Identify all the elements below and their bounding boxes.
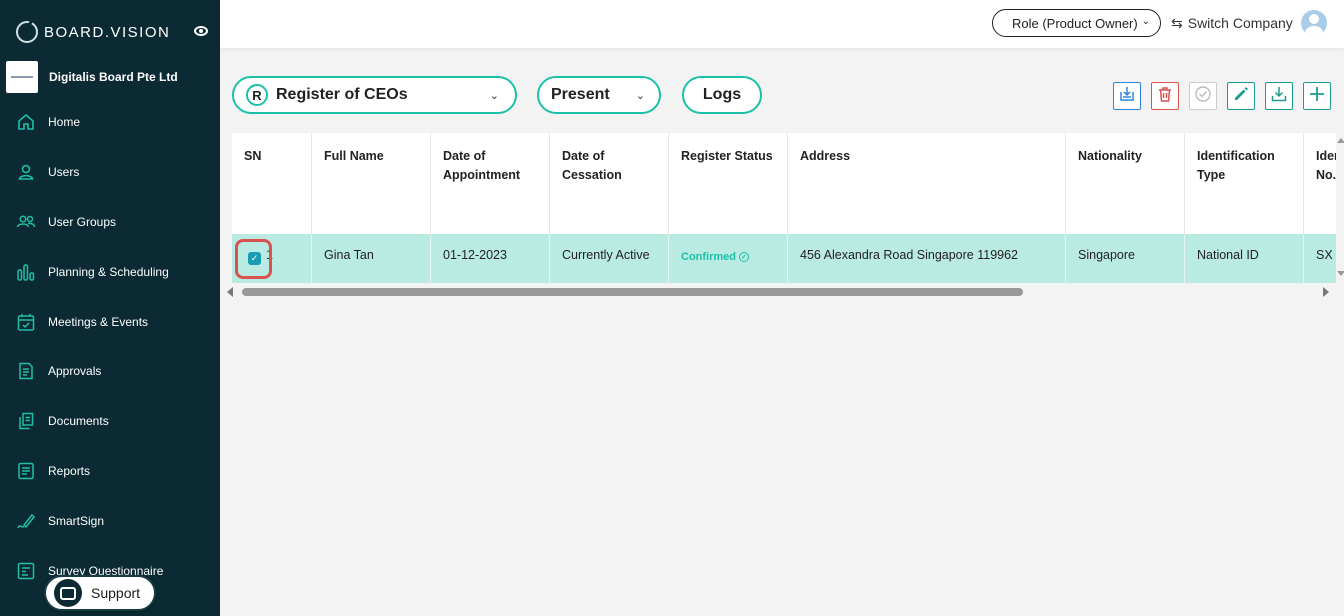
scroll-down-arrow[interactable] [1337,271,1344,276]
column-header-identification-no[interactable]: Identification No. [1304,133,1336,234]
table-row[interactable]: 1 Gina Tan 01-12-2023 Currently Active C… [232,234,1336,283]
cell-register-status: Confirmed ✓ [669,234,788,283]
row-checkbox-highlight: ✓ [235,239,272,279]
cell-identification-type: National ID [1185,234,1304,283]
download-button[interactable] [1265,82,1293,110]
switch-company-label: Switch Company [1187,15,1293,31]
sidebar-item-documents[interactable]: Documents [16,409,216,433]
sidebar-item-user-groups[interactable]: User Groups [16,210,216,234]
home-icon [16,112,36,132]
column-header-address[interactable]: Address [788,133,1066,234]
column-header-date-of-appointment[interactable]: Date of Appointment [431,133,550,234]
signature-pen-icon [16,511,36,531]
cell-nationality: Singapore [1066,234,1185,283]
status-badge: Confirmed ✓ [681,251,775,263]
check-circle-icon: ✓ [739,252,749,262]
role-dropdown[interactable]: Role (Product Owner) ⌄ [992,9,1161,37]
register-label: Register of CEOs [276,86,408,103]
column-header-full-name[interactable]: Full Name [312,133,431,234]
sidebar-item-smartsign[interactable]: SmartSign [16,509,216,533]
support-button[interactable]: Support [44,575,156,611]
sidebar-item-label: Approvals [48,364,102,378]
register-dropdown[interactable]: R Register of CEOs ⌄ [232,76,517,114]
pencil-icon [1232,85,1250,108]
status-label: Confirmed [681,251,736,263]
sidebar-item-users[interactable]: Users [16,160,216,184]
user-icon [16,162,36,182]
add-button[interactable] [1303,82,1331,110]
documents-icon [16,411,36,431]
avatar[interactable] [1301,10,1327,36]
logs-label: Logs [702,86,742,103]
sidebar-item-label: Meetings & Events [48,315,149,329]
company-name: Digitalis Board Pte Ltd [49,70,178,84]
chevron-down-icon: ⌄ [635,90,645,102]
support-label: Support [91,585,141,601]
sidebar-item-label: User Groups [48,215,117,229]
sidebar-item-label: Home [48,115,81,129]
chevron-down-icon: ⌄ [489,90,499,102]
switch-company-button[interactable]: ⇆ Switch Company [1171,13,1293,33]
column-header-identification-type[interactable]: Identification Type [1185,133,1304,234]
column-header-date-of-cessation[interactable]: Date of Cessation [550,133,669,234]
swap-icon: ⇆ [1171,14,1183,31]
sidebar-item-home[interactable]: Home [16,110,216,134]
company-selector[interactable]: Digitalis Board Pte Ltd [6,61,216,93]
sidebar: BOARD.VISION Digitalis Board Pte Ltd Hom… [0,0,220,616]
horizontal-scrollbar[interactable] [224,284,1334,298]
column-header-register-status[interactable]: Register Status [669,133,788,234]
logo-icon [16,21,38,43]
cell-address: 456 Alexandra Road Singapore 119962 [788,234,1066,283]
sidebar-item-label: Users [48,165,80,179]
column-header-nationality[interactable]: Nationality [1066,133,1185,234]
cell-full-name: Gina Tan [312,234,431,283]
download-icon [1270,85,1288,108]
plus-icon [1308,85,1326,108]
import-button[interactable] [1113,82,1141,110]
edit-button[interactable] [1227,82,1255,110]
sidebar-item-label: Reports [48,464,91,478]
delete-button[interactable] [1151,82,1179,110]
sidebar-item-meetings[interactable]: Meetings & Events [16,310,216,334]
company-logo [6,61,38,93]
top-header: Role (Product Owner) ⌄ ⇆ Switch Company [220,0,1344,48]
period-dropdown[interactable]: Present ⌄ [537,76,661,114]
sidebar-item-label: Documents [48,414,109,428]
approve-button[interactable] [1189,82,1217,110]
row-checkbox[interactable]: ✓ [248,252,261,265]
sidebar-item-approvals[interactable]: Approvals [16,359,216,383]
logo-text: BOARD.VISION [44,23,171,41]
import-icon [1118,85,1136,108]
app-logo[interactable]: BOARD.VISION [16,20,212,44]
sidebar-item-reports[interactable]: Reports [16,459,216,483]
cell-date-of-appointment: 01-12-2023 [431,234,550,283]
chat-icon [54,579,82,607]
logs-button[interactable]: Logs [682,76,762,114]
document-list-icon [16,361,36,381]
chart-bars-icon [16,262,36,282]
calendar-check-icon [16,312,36,332]
period-label: Present [551,86,610,103]
role-label: Role (Product Owner) [1012,15,1138,31]
sidebar-item-label: SmartSign [48,514,105,528]
sidebar-item-planning[interactable]: Planning & Scheduling [16,260,216,284]
eye-icon[interactable] [194,26,208,36]
check-circle-icon [1194,85,1212,108]
scroll-left-arrow[interactable] [227,287,233,297]
scroll-right-arrow[interactable] [1323,287,1329,297]
trash-icon [1156,85,1174,108]
sidebar-item-label: Planning & Scheduling [48,265,169,279]
cell-date-of-cessation: Currently Active [550,234,669,283]
cell-identification-no: SX [1304,234,1336,283]
scroll-up-arrow[interactable] [1337,138,1344,143]
chevron-down-icon: ⌄ [1141,16,1150,27]
column-header-sn[interactable]: SN [232,133,312,234]
register-badge: R [246,84,268,106]
survey-icon [16,561,36,581]
scroll-thumb[interactable] [242,288,1023,296]
table-header: SN Full Name Date of Appointment Date of… [232,133,1336,234]
users-icon [16,212,36,232]
register-table: SN Full Name Date of Appointment Date of… [232,133,1336,283]
report-icon [16,461,36,481]
